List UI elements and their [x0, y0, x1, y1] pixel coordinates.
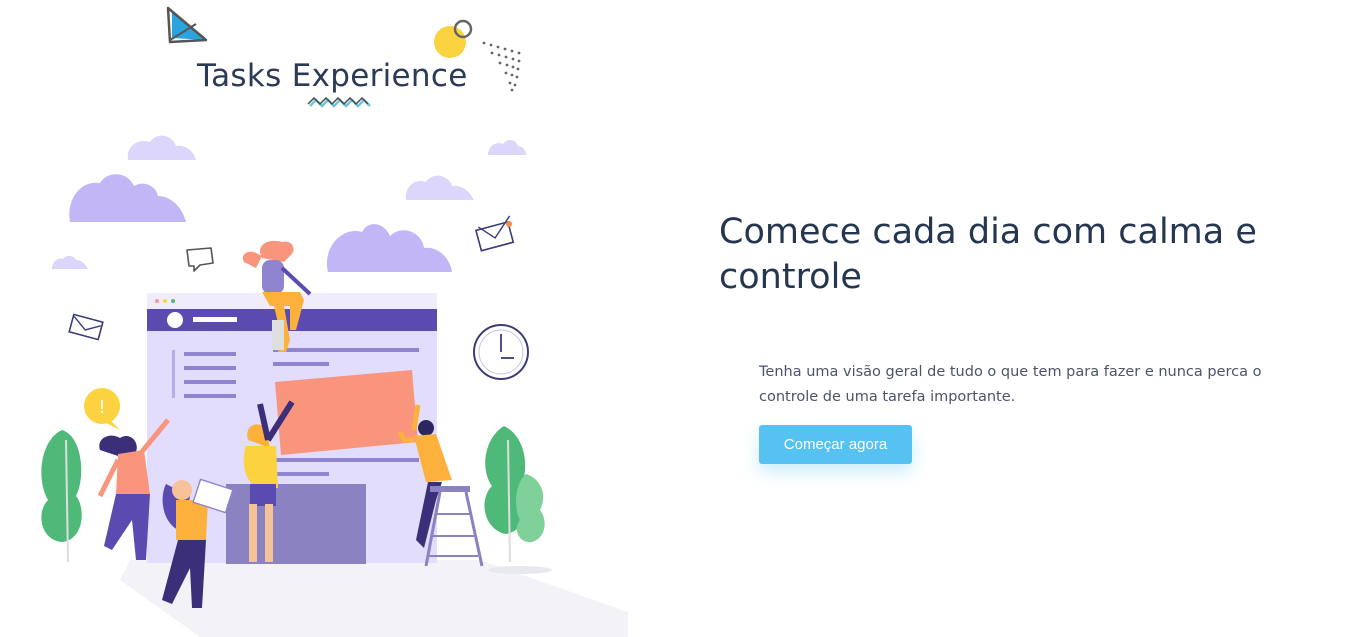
alert-symbol: !	[98, 397, 105, 418]
envelope-icon	[68, 313, 104, 341]
envelope-icon	[474, 215, 515, 252]
dots-pattern	[482, 41, 521, 92]
hero-description: Tenha uma visão geral de tudo o que tem …	[759, 364, 1262, 405]
start-now-button[interactable]: Começar agora	[759, 425, 912, 464]
yellow-dot	[434, 26, 466, 58]
alert-icon: !	[84, 388, 120, 430]
plant-icon	[41, 430, 82, 563]
hero-illustration: !	[41, 6, 628, 637]
hero-headline: Comece cada dia com calma e controle	[719, 212, 1257, 297]
chat-bubble-icon	[186, 247, 214, 272]
coral-card	[275, 370, 418, 455]
app-title: Tasks Experience	[197, 58, 468, 94]
plant-icon	[484, 426, 552, 574]
paper-plane-icon	[166, 6, 208, 44]
landing-page: ! Tasks Experience Comece cada dia com c…	[0, 0, 1349, 637]
clock-icon	[473, 324, 529, 380]
